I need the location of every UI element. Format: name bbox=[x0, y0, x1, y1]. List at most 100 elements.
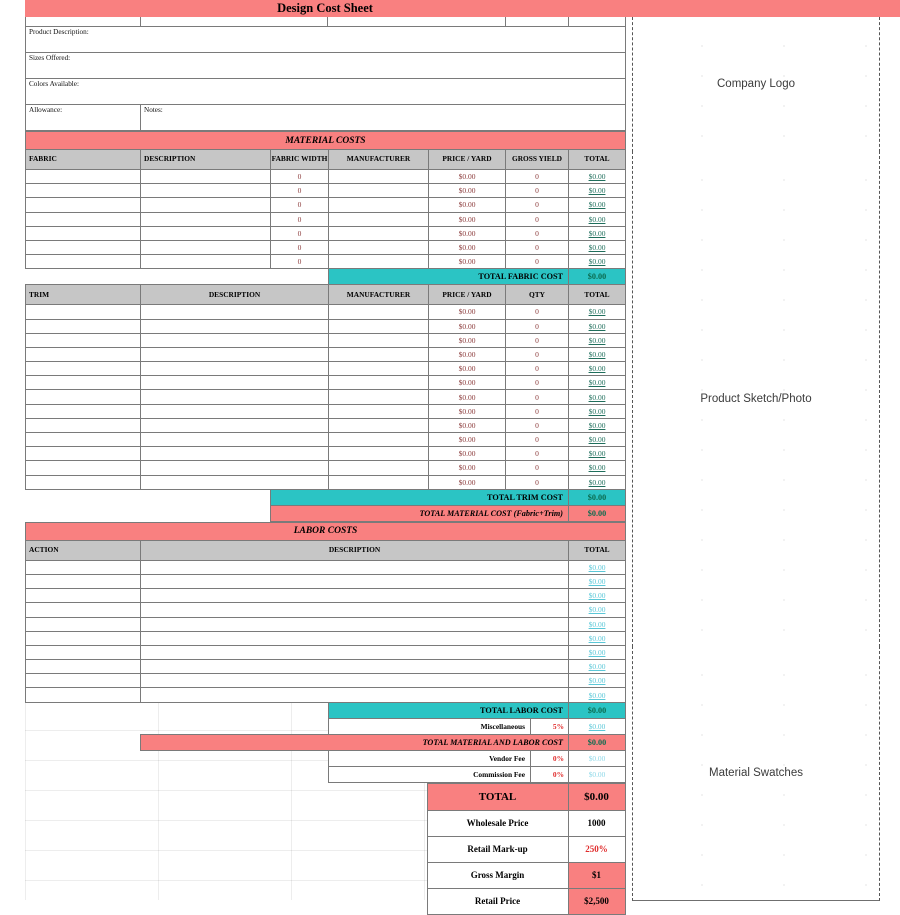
qty-cell[interactable]: 0 bbox=[505, 417, 569, 434]
trim-price-cell[interactable]: $0.00 bbox=[428, 431, 506, 448]
qty-cell[interactable]: 0 bbox=[505, 389, 569, 405]
qty-cell[interactable]: 0 bbox=[505, 318, 569, 334]
trim-price-cell[interactable]: $0.00 bbox=[428, 403, 506, 419]
product-description-field[interactable]: Product Description: bbox=[25, 26, 626, 53]
commission-fee-percent[interactable]: 0% bbox=[530, 765, 569, 783]
price-per-yard-cell[interactable]: $0.00 bbox=[428, 239, 506, 256]
trim-description-cell[interactable] bbox=[140, 474, 329, 490]
action-cell[interactable] bbox=[25, 616, 141, 632]
description-cell[interactable] bbox=[140, 168, 271, 185]
action-cell[interactable] bbox=[25, 644, 141, 661]
trim-description-cell[interactable] bbox=[140, 431, 329, 448]
price-per-yard-cell[interactable]: $0.00 bbox=[428, 197, 506, 213]
trim-cell[interactable] bbox=[25, 318, 141, 334]
labor-description-cell[interactable] bbox=[140, 644, 569, 661]
trim-cell[interactable] bbox=[25, 446, 141, 462]
labor-description-cell[interactable] bbox=[140, 630, 569, 646]
manufacturer-cell[interactable] bbox=[328, 239, 429, 256]
fabric-cell[interactable] bbox=[25, 254, 141, 270]
price-per-yard-cell[interactable]: $0.00 bbox=[428, 254, 506, 270]
fabric-width-cell[interactable]: 0 bbox=[270, 211, 329, 227]
qty-cell[interactable]: 0 bbox=[505, 403, 569, 419]
material-swatches-box[interactable]: Material Swatches bbox=[632, 646, 880, 901]
trim-manufacturer-cell[interactable] bbox=[328, 431, 429, 448]
retail-markup-value[interactable]: 250% bbox=[567, 835, 626, 863]
trim-description-cell[interactable] bbox=[140, 304, 329, 320]
trim-cell[interactable] bbox=[25, 361, 141, 377]
price-per-yard-cell[interactable]: $0.00 bbox=[428, 211, 506, 227]
labor-description-cell[interactable] bbox=[140, 659, 569, 675]
trim-price-cell[interactable]: $0.00 bbox=[428, 417, 506, 434]
gross-yield-cell[interactable]: 0 bbox=[505, 225, 569, 241]
trim-cell[interactable] bbox=[25, 417, 141, 434]
trim-price-cell[interactable]: $0.00 bbox=[428, 304, 506, 320]
trim-description-cell[interactable] bbox=[140, 417, 329, 434]
description-cell[interactable] bbox=[140, 183, 271, 199]
notes-field[interactable]: Notes: bbox=[140, 104, 626, 131]
trim-cell[interactable] bbox=[25, 474, 141, 490]
gross-yield-cell[interactable]: 0 bbox=[505, 254, 569, 270]
description-cell[interactable] bbox=[140, 225, 271, 241]
action-cell[interactable] bbox=[25, 687, 141, 703]
trim-description-cell[interactable] bbox=[140, 460, 329, 476]
description-cell[interactable] bbox=[140, 197, 271, 213]
trim-price-cell[interactable]: $0.00 bbox=[428, 332, 506, 348]
fabric-cell[interactable] bbox=[25, 211, 141, 227]
trim-manufacturer-cell[interactable] bbox=[328, 389, 429, 405]
trim-cell[interactable] bbox=[25, 304, 141, 320]
manufacturer-cell[interactable] bbox=[328, 225, 429, 241]
trim-manufacturer-cell[interactable] bbox=[328, 403, 429, 419]
qty-cell[interactable]: 0 bbox=[505, 375, 569, 391]
trim-cell[interactable] bbox=[25, 460, 141, 476]
manufacturer-cell[interactable] bbox=[328, 211, 429, 227]
trim-manufacturer-cell[interactable] bbox=[328, 304, 429, 320]
labor-description-cell[interactable] bbox=[140, 616, 569, 632]
action-cell[interactable] bbox=[25, 588, 141, 604]
fabric-cell[interactable] bbox=[25, 168, 141, 185]
trim-manufacturer-cell[interactable] bbox=[328, 318, 429, 334]
labor-description-cell[interactable] bbox=[140, 687, 569, 703]
trim-price-cell[interactable]: $0.00 bbox=[428, 318, 506, 334]
gross-yield-cell[interactable]: 0 bbox=[505, 183, 569, 199]
fabric-width-cell[interactable]: 0 bbox=[270, 225, 329, 241]
qty-cell[interactable]: 0 bbox=[505, 332, 569, 348]
trim-price-cell[interactable]: $0.00 bbox=[428, 446, 506, 462]
price-per-yard-cell[interactable]: $0.00 bbox=[428, 183, 506, 199]
trim-description-cell[interactable] bbox=[140, 375, 329, 391]
qty-cell[interactable]: 0 bbox=[505, 446, 569, 462]
gross-yield-cell[interactable]: 0 bbox=[505, 197, 569, 213]
description-cell[interactable] bbox=[140, 254, 271, 270]
trim-price-cell[interactable]: $0.00 bbox=[428, 389, 506, 405]
trim-manufacturer-cell[interactable] bbox=[328, 446, 429, 462]
action-cell[interactable] bbox=[25, 559, 141, 575]
qty-cell[interactable]: 0 bbox=[505, 431, 569, 448]
qty-cell[interactable]: 0 bbox=[505, 304, 569, 320]
trim-price-cell[interactable]: $0.00 bbox=[428, 361, 506, 377]
action-cell[interactable] bbox=[25, 630, 141, 646]
description-cell[interactable] bbox=[140, 211, 271, 227]
fabric-cell[interactable] bbox=[25, 197, 141, 213]
trim-cell[interactable] bbox=[25, 332, 141, 348]
gross-yield-cell[interactable]: 0 bbox=[505, 168, 569, 185]
qty-cell[interactable]: 0 bbox=[505, 460, 569, 476]
labor-description-cell[interactable] bbox=[140, 673, 569, 689]
miscellaneous-percent[interactable]: 5% bbox=[530, 717, 569, 735]
trim-description-cell[interactable] bbox=[140, 346, 329, 363]
trim-description-cell[interactable] bbox=[140, 389, 329, 405]
trim-manufacturer-cell[interactable] bbox=[328, 361, 429, 377]
fabric-cell[interactable] bbox=[25, 239, 141, 256]
vendor-fee-percent[interactable]: 0% bbox=[530, 749, 569, 767]
colors-available-field[interactable]: Colors Available: bbox=[25, 78, 626, 105]
action-cell[interactable] bbox=[25, 573, 141, 590]
manufacturer-cell[interactable] bbox=[328, 183, 429, 199]
fabric-width-cell[interactable]: 0 bbox=[270, 197, 329, 213]
trim-cell[interactable] bbox=[25, 389, 141, 405]
trim-manufacturer-cell[interactable] bbox=[328, 346, 429, 363]
manufacturer-cell[interactable] bbox=[328, 254, 429, 270]
qty-cell[interactable]: 0 bbox=[505, 346, 569, 363]
price-per-yard-cell[interactable]: $0.00 bbox=[428, 225, 506, 241]
action-cell[interactable] bbox=[25, 659, 141, 675]
company-logo-box[interactable]: Company Logo bbox=[632, 17, 880, 152]
manufacturer-cell[interactable] bbox=[328, 168, 429, 185]
fabric-width-cell[interactable]: 0 bbox=[270, 183, 329, 199]
